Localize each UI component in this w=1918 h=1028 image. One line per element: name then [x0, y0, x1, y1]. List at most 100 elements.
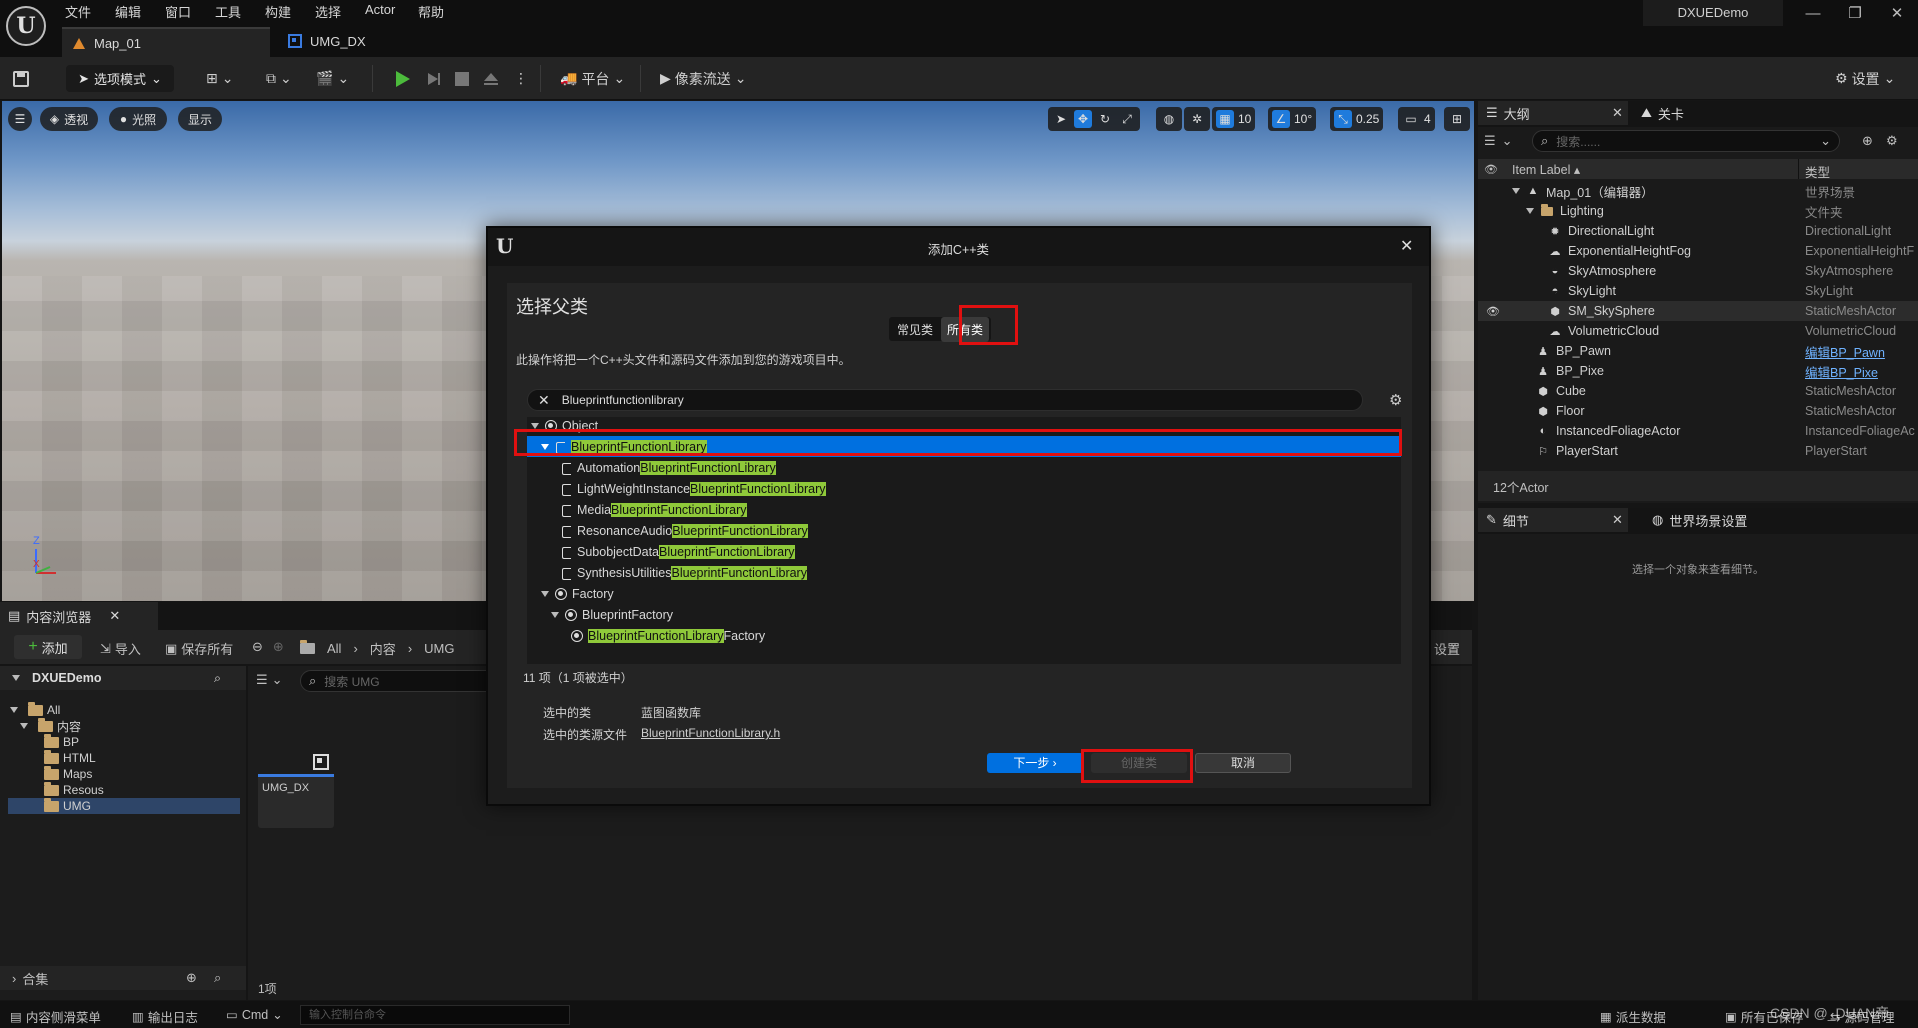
search-icon[interactable]: ⌕ [214, 671, 221, 686]
tab-common-classes[interactable]: 常见类 [891, 317, 939, 342]
outliner-row[interactable]: ☁ ExponentialHeightFog ExponentialHeightF [1478, 241, 1918, 261]
outliner-row[interactable]: ✹ DirectionalLight DirectionalLight [1478, 221, 1918, 241]
tree-item-blueprint-factory[interactable]: BlueprintFactory [527, 604, 1401, 625]
cinematics-icon[interactable]: 🎬 ⌄ [316, 65, 349, 92]
blueprint-icon[interactable]: ⧉ ⌄ [266, 65, 292, 92]
add-actor-icon[interactable]: ⊞ ⌄ [206, 65, 233, 92]
column-type[interactable]: 类型 [1805, 162, 1830, 181]
outliner-row[interactable]: ▲ Map_01（编辑器） 世界场景 [1478, 181, 1918, 201]
maximize-viewport-icon[interactable]: ⊞ [1444, 107, 1470, 131]
tree-item-bp[interactable]: BP [44, 733, 236, 750]
save-all-button[interactable]: ▣ 保存所有 [165, 639, 233, 658]
tree-item-synthesis[interactable]: SynthesisUtilities BlueprintFunctionLibra… [527, 562, 1401, 583]
back-icon[interactable]: ⊖ [252, 639, 263, 655]
tree-item-all[interactable]: All [10, 701, 236, 718]
outliner-row[interactable]: Lighting 文件夹 [1478, 201, 1918, 221]
tab-outliner[interactable]: ☰ 大纲 ✕ [1478, 101, 1628, 125]
selected-file-link[interactable]: BlueprintFunctionLibrary.h [641, 726, 780, 740]
tab-details[interactable]: ✎ 细节 ✕ [1478, 508, 1628, 532]
tab-all-classes[interactable]: 所有类 [941, 316, 990, 342]
asset-search-input[interactable]: 搜索 UMG [324, 673, 379, 690]
tree-item-lightweight[interactable]: LightWeightInstance BlueprintFunctionLibr… [527, 478, 1401, 499]
menu-select[interactable]: 选择 [315, 2, 341, 22]
select-tool-icon[interactable]: ➤ [1052, 110, 1070, 128]
column-item-label[interactable]: Item Label ▴ [1512, 162, 1580, 177]
tree-item-media[interactable]: Media BlueprintFunctionLibrary [527, 499, 1401, 520]
edit-blueprint-link[interactable]: 编辑BP_Pawn [1805, 342, 1885, 361]
menu-help[interactable]: 帮助 [418, 2, 444, 22]
close-window-button[interactable]: ✕ [1877, 2, 1917, 26]
more-options-icon[interactable]: ⋮ [514, 65, 528, 92]
collections-section[interactable]: › 合集 ⊕ ⌕ [0, 966, 246, 990]
outliner-row[interactable]: ♟ BP_Pixe 编辑BP_Pixe [1478, 361, 1918, 381]
close-icon[interactable]: ✕ [1612, 105, 1623, 121]
platform-dropdown[interactable]: 🚚 平台 ⌄ [560, 65, 625, 92]
menu-window[interactable]: 窗口 [165, 2, 191, 22]
gear-icon[interactable]: ⚙ [1886, 133, 1898, 149]
tree-item-factory[interactable]: Factory [527, 583, 1401, 604]
outliner-row[interactable]: ⬢ Floor StaticMeshActor [1478, 401, 1918, 421]
asset-tile-umg-dx[interactable]: UMG_DX [258, 704, 334, 828]
stop-icon[interactable] [454, 65, 470, 92]
rotate-tool-icon[interactable]: ↻ [1096, 110, 1114, 128]
breadcrumb-all[interactable]: All [327, 641, 341, 656]
outliner-row[interactable]: ⬢ Cube StaticMeshActor [1478, 381, 1918, 401]
tree-item-resous[interactable]: Resous [44, 781, 236, 798]
eject-icon[interactable] [482, 65, 500, 92]
visibility-icon[interactable]: 👁 [1486, 305, 1500, 318]
tree-item-content[interactable]: 内容 [20, 717, 236, 734]
tree-item-maps[interactable]: Maps [44, 765, 236, 782]
filter-button[interactable]: ☰ ⌄ [256, 672, 283, 688]
outliner-row[interactable]: ♟ BP_Pawn 编辑BP_Pawn [1478, 341, 1918, 361]
filter-button[interactable]: ☰ ⌄ [1484, 133, 1513, 149]
advance-frame-icon[interactable] [424, 65, 442, 92]
add-button[interactable]: + 添加 [14, 635, 82, 659]
tab-levels[interactable]: ⛰ 关卡 [1633, 101, 1753, 125]
derived-data-button[interactable]: ▦ 派生数据 [1600, 1007, 1666, 1026]
play-icon[interactable] [392, 65, 412, 92]
menu-build[interactable]: 构建 [265, 2, 291, 22]
forward-icon[interactable]: ⊕ [273, 639, 284, 655]
save-icon[interactable] [12, 65, 30, 92]
menu-file[interactable]: 文件 [65, 2, 91, 22]
next-button[interactable]: 下一步 › [987, 753, 1083, 773]
breadcrumb-umg[interactable]: UMG [424, 641, 454, 656]
viewport-menu-icon[interactable]: ☰ [8, 107, 32, 131]
tree-item-bfl-factory[interactable]: BlueprintFunctionLibrary Factory [527, 625, 1401, 646]
visibility-icon[interactable]: 👁 [1484, 163, 1504, 176]
project-root[interactable]: DXUEDemo ⌕ [0, 666, 246, 690]
menu-tools[interactable]: 工具 [215, 2, 241, 22]
import-button[interactable]: ⇲ 导入 [100, 639, 141, 658]
outliner-row[interactable]: ☁ VolumetricCloud VolumetricCloud [1478, 321, 1918, 341]
tree-item-blueprint-function-library[interactable]: BlueprintFunctionLibrary [527, 436, 1401, 457]
scale-snap[interactable]: ⤡ 0.25 [1330, 107, 1384, 131]
move-tool-icon[interactable]: ✥ [1074, 110, 1092, 128]
console-input[interactable]: 输入控制台命令 [300, 1005, 570, 1025]
edit-blueprint-link[interactable]: 编辑BP_Pixe [1805, 362, 1878, 381]
content-drawer-button[interactable]: ▤ 内容侧滑菜单 [10, 1007, 101, 1026]
gear-icon[interactable]: ⚙ [1389, 391, 1402, 409]
unreal-logo-icon[interactable]: U [6, 6, 46, 46]
tree-item-automation[interactable]: Automation BlueprintFunctionLibrary [527, 457, 1401, 478]
grid-snap[interactable]: ▦ 10 [1212, 107, 1256, 131]
close-icon[interactable]: ✕ [1612, 512, 1623, 528]
outliner-row[interactable]: 👁 ⬢ SM_SkySphere StaticMeshActor [1478, 301, 1918, 321]
tree-item-html[interactable]: HTML [44, 749, 236, 766]
outliner-row[interactable]: ⚐ PlayerStart PlayerStart [1478, 441, 1918, 461]
outliner-row[interactable]: ◒ SkyAtmosphere SkyAtmosphere [1478, 261, 1918, 281]
close-dialog-button[interactable]: ✕ [1400, 236, 1413, 256]
class-search-field[interactable]: ✕ Blueprintfunctionlibrary [527, 389, 1363, 411]
outliner-search-field[interactable]: ⌕ 搜索...... ⌄ [1532, 130, 1840, 152]
close-icon[interactable]: ✕ [109, 608, 120, 624]
scale-tool-icon[interactable]: ⤢ [1118, 110, 1136, 128]
tree-item-object[interactable]: Object [527, 415, 1401, 436]
menu-edit[interactable]: 编辑 [115, 2, 141, 22]
lighting-button[interactable]: ● 光照 [109, 107, 167, 131]
new-folder-icon[interactable]: ⊕ [1862, 133, 1873, 149]
tree-item-resonance[interactable]: ResonanceAudio BlueprintFunctionLibrary [527, 520, 1401, 541]
show-button[interactable]: 显示 [178, 107, 222, 131]
breadcrumb-content[interactable]: 内容 [370, 639, 396, 658]
search-icon[interactable]: ⌕ [214, 970, 221, 986]
tree-item-umg[interactable]: UMG [8, 797, 240, 814]
clear-search-icon[interactable]: ✕ [538, 392, 550, 409]
